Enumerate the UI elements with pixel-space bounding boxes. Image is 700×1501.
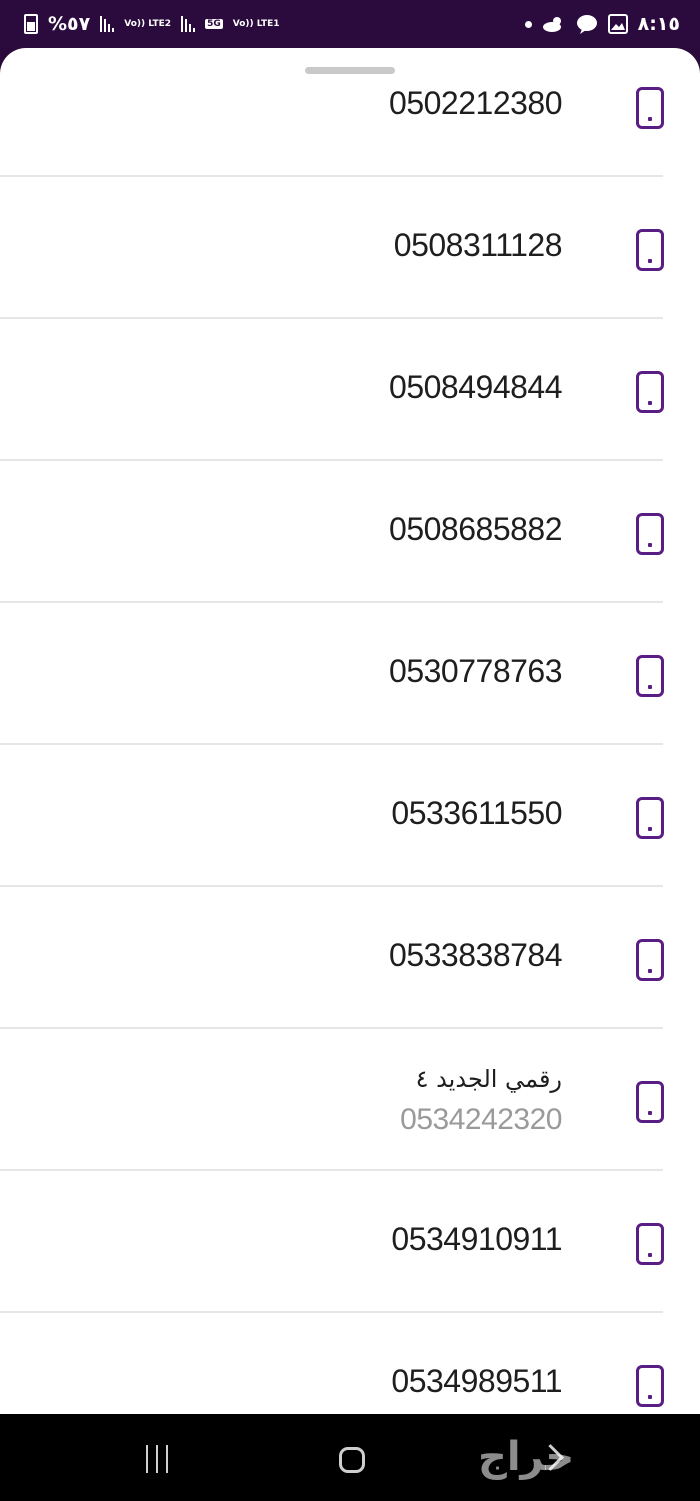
sim1-tag: Vo)) LTE1: [232, 19, 280, 29]
contact-row[interactable]: 0508494844: [0, 319, 700, 461]
phone-icon: [636, 1365, 664, 1407]
contact-row[interactable]: 0534910911: [0, 1171, 700, 1313]
contact-row[interactable]: 0502212380: [0, 48, 700, 177]
phone-icon: [636, 797, 664, 839]
contact-row[interactable]: 0508685882: [0, 461, 700, 603]
recent-apps-button[interactable]: [146, 1445, 172, 1473]
contact-number: 0508685882: [389, 511, 562, 547]
home-button[interactable]: [339, 1447, 365, 1473]
phone-icon: [636, 513, 664, 555]
sim2-tag: Vo)) LTE2: [124, 19, 172, 29]
contact-row[interactable]: رقمي الجديد ٤ 0534242320: [0, 1029, 700, 1171]
network-5g-badge: 5G: [205, 19, 223, 29]
haraj-watermark: حراج: [478, 1434, 575, 1480]
contact-number: 0534242320: [400, 1103, 562, 1136]
status-bar: %٥٧ Vo)) LTE2 5G Vo)) LTE1 ٨:١٥: [0, 0, 700, 48]
status-bar-right: ٨:١٥: [524, 0, 680, 48]
contact-number: 0534910911: [391, 1221, 562, 1257]
clock: ٨:١٥: [637, 13, 680, 35]
contact-row[interactable]: 0530778763: [0, 603, 700, 745]
contact-row[interactable]: 0534989511: [0, 1313, 700, 1414]
phone-icon: [636, 655, 664, 697]
phone-icon: [636, 87, 664, 129]
phone-icon: [636, 1081, 664, 1123]
weather-icon: [542, 17, 561, 32]
gallery-icon: [607, 14, 628, 34]
contact-number: 0533838784: [389, 937, 562, 973]
phone-icon: [636, 1223, 664, 1265]
notification-dot-icon: [524, 20, 532, 28]
status-bar-left: %٥٧ Vo)) LTE2 5G Vo)) LTE1: [24, 0, 280, 48]
chat-icon: [576, 15, 597, 34]
contacts-sheet[interactable]: 0502212380 0508311128 0508494844 0508685882…: [0, 48, 700, 1414]
contact-row[interactable]: 0508311128: [0, 177, 700, 319]
contact-row[interactable]: 0533838784: [0, 887, 700, 1029]
signal-icon: [181, 16, 196, 32]
contact-number: 0534989511: [391, 1363, 562, 1399]
contact-number: 0508494844: [389, 369, 562, 405]
navigation-bar: حراج: [0, 1414, 700, 1501]
phone-icon: [636, 371, 664, 413]
phone-icon: [636, 229, 664, 271]
contact-number: 0508311128: [393, 227, 563, 263]
contact-number: 0502212380: [389, 85, 562, 121]
signal-icon: [100, 16, 115, 32]
contact-number: 0533611550: [391, 795, 562, 831]
battery-icon: [24, 14, 38, 34]
phone-icon: [636, 939, 664, 981]
contact-row[interactable]: 0533611550: [0, 745, 700, 887]
contact-number: 0530778763: [389, 653, 562, 689]
battery-percent: %٥٧: [48, 13, 91, 35]
contact-label: رقمي الجديد ٤: [415, 1065, 562, 1093]
